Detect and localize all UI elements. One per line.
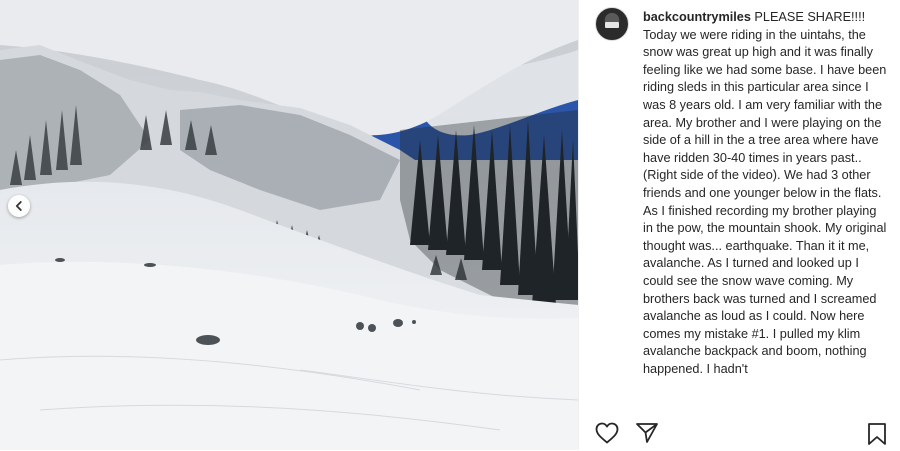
chevron-left-icon	[15, 201, 22, 211]
like-button[interactable]	[595, 422, 619, 449]
save-button[interactable]	[867, 422, 887, 451]
caption-text: PLEASE SHARE!!!! Today we were riding in…	[643, 10, 887, 376]
avatar[interactable]	[595, 7, 629, 41]
post-caption: backcountrymiles PLEASE SHARE!!!! Today …	[643, 9, 887, 407]
post-side-panel: backcountrymiles PLEASE SHARE!!!! Today …	[578, 0, 900, 450]
avatar-logo	[605, 22, 619, 28]
previous-image-button[interactable]	[8, 195, 30, 217]
heart-icon	[595, 422, 619, 444]
bookmark-icon	[868, 423, 886, 445]
username-link[interactable]: backcountrymiles	[643, 10, 751, 24]
paper-plane-icon	[636, 423, 658, 443]
post-photo[interactable]	[0, 0, 578, 450]
post-actions-bar	[579, 410, 900, 450]
share-button[interactable]	[635, 422, 659, 449]
